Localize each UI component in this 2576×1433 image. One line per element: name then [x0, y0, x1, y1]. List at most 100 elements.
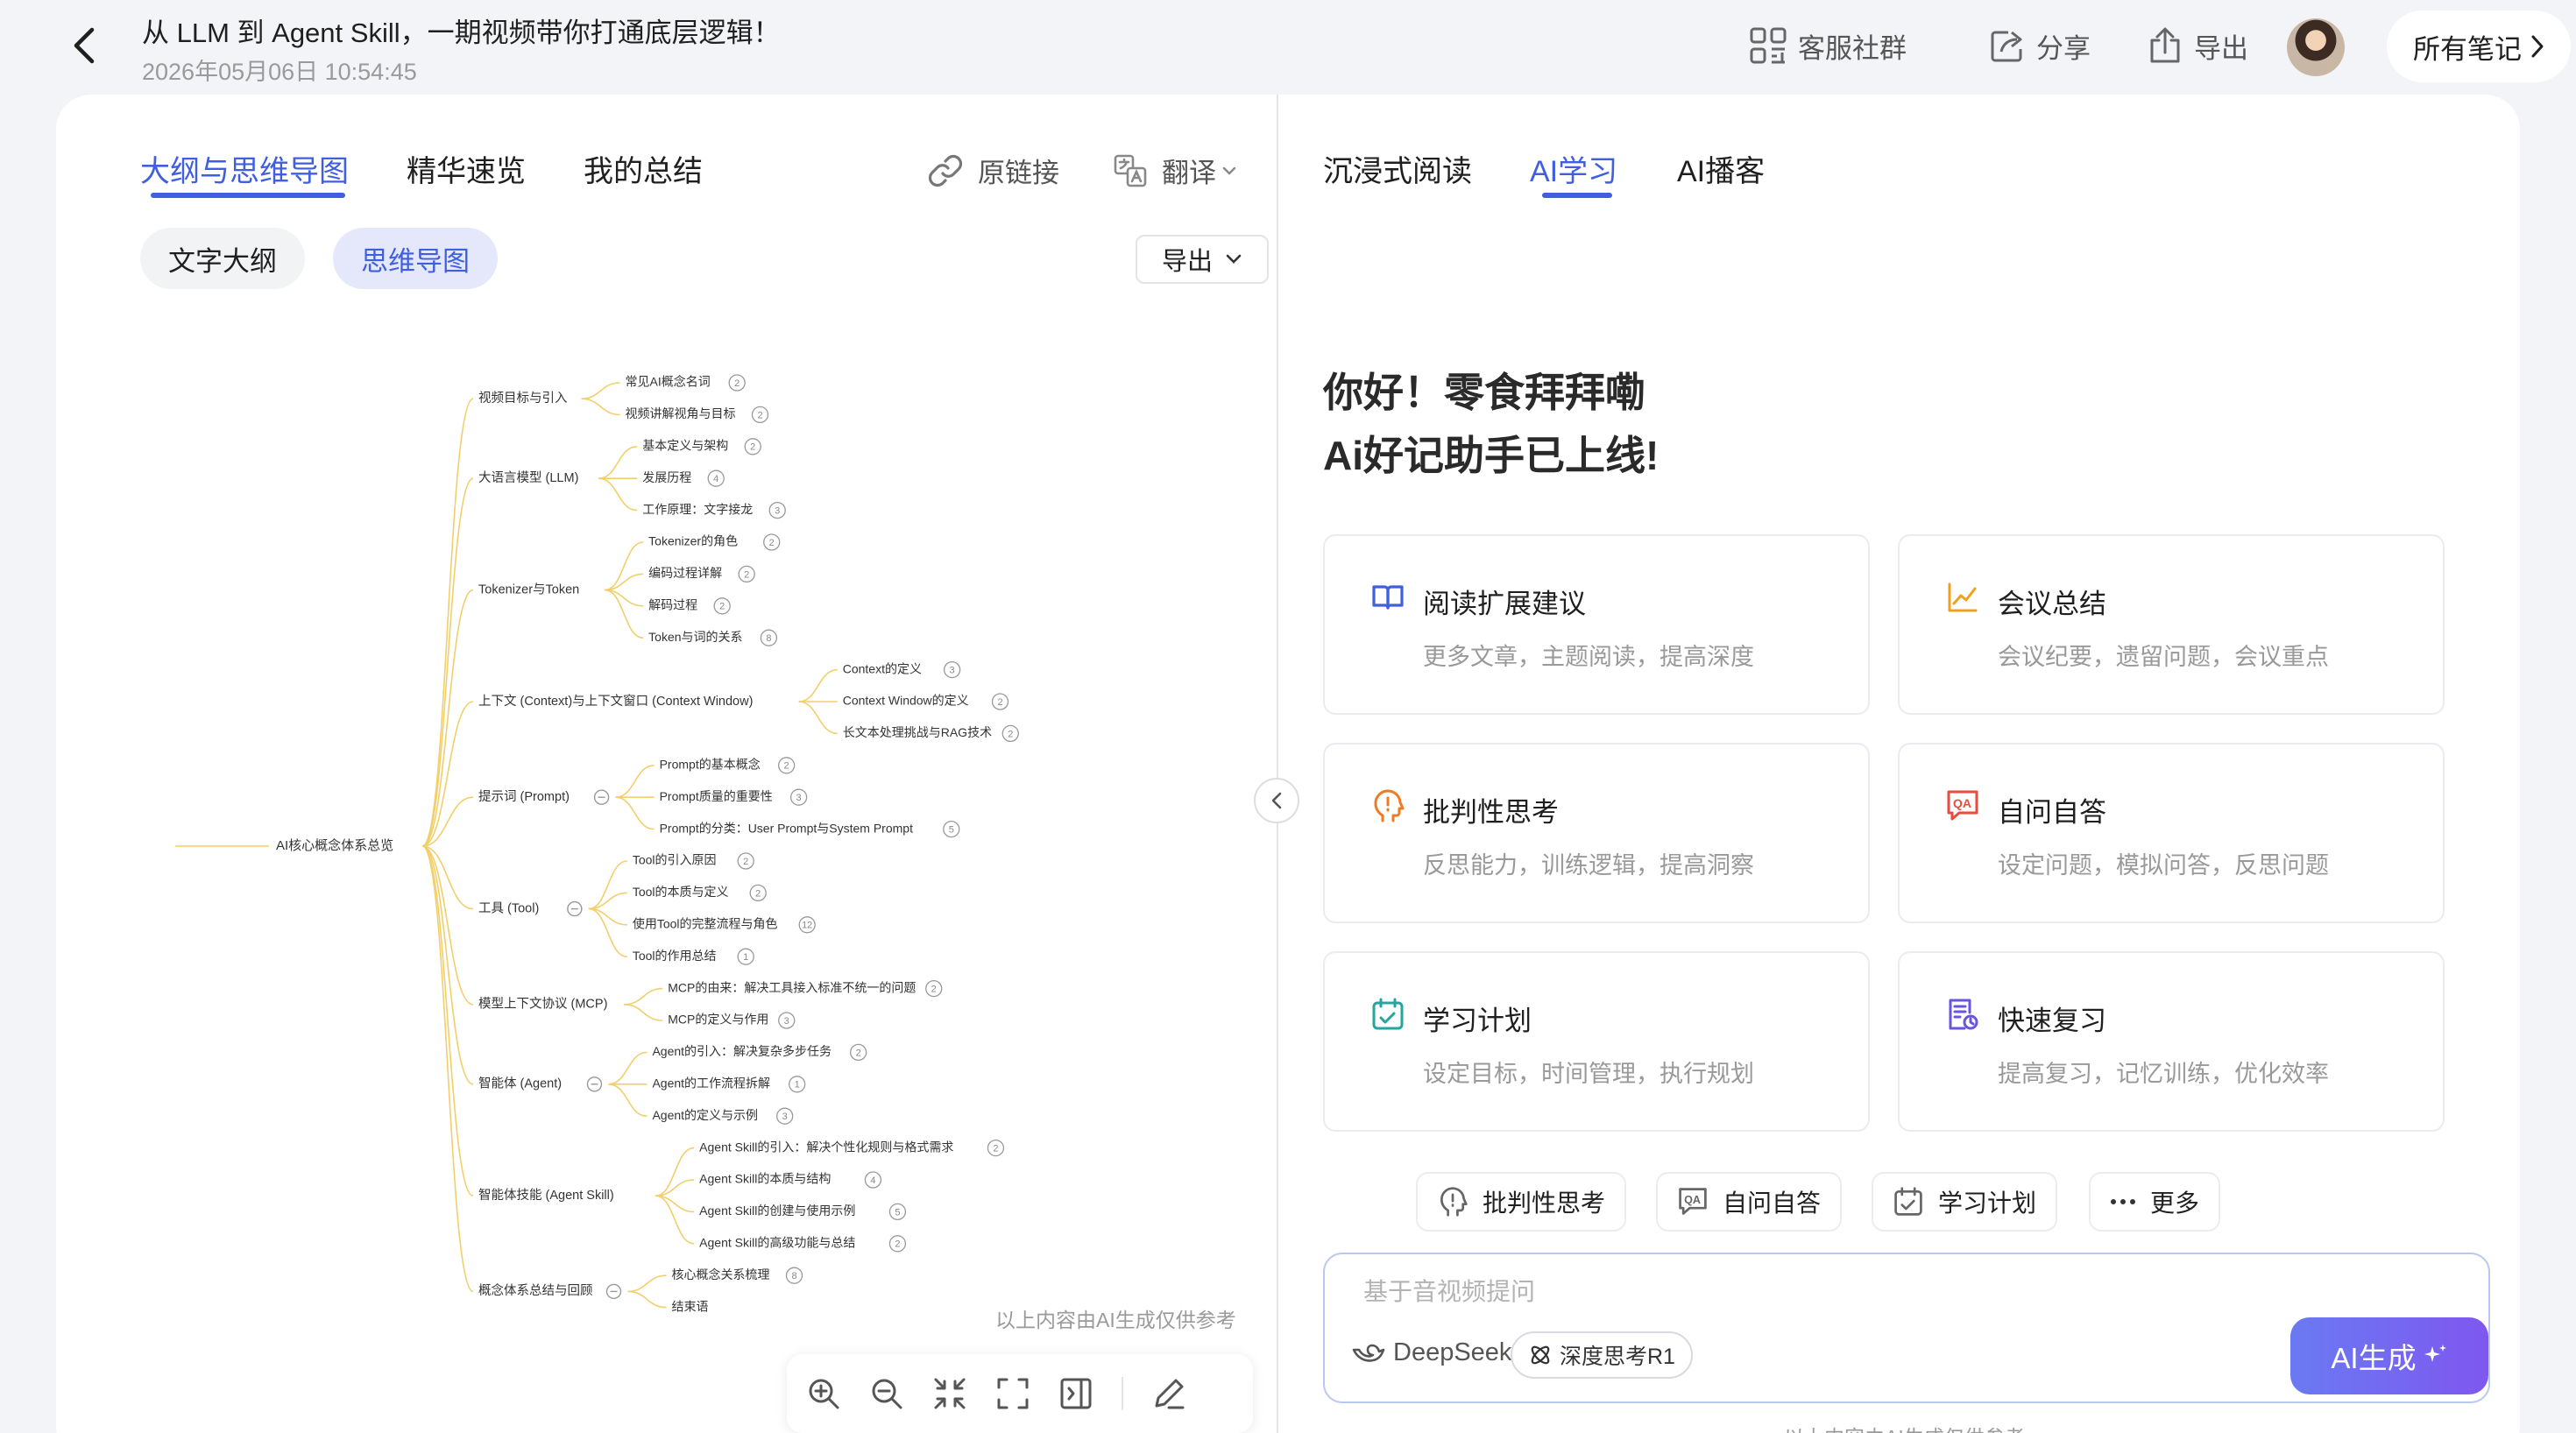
- mindmap-count-text: 12: [802, 921, 812, 931]
- feature-card-reading-extension[interactable]: 阅读扩展建议 更多文章，主题阅读，提高深度: [1323, 534, 1870, 715]
- fullscreen-icon[interactable]: [995, 1376, 1030, 1411]
- original-link-button[interactable]: 原链接: [927, 151, 1059, 190]
- mindmap-child-node[interactable]: Agent的引入：解决复杂多步任务: [652, 1044, 832, 1058]
- mindmap-child-node[interactable]: 发展历程: [642, 470, 691, 484]
- fit-icon[interactable]: [932, 1376, 967, 1411]
- view-mindmap[interactable]: 思维导图: [333, 228, 498, 289]
- mindmap-child-node[interactable]: Token与词的关系: [648, 630, 742, 644]
- mindmap-child-node[interactable]: MCP的定义与作用: [668, 1013, 768, 1027]
- mindmap-child-node[interactable]: 常见AI概念名词: [626, 375, 711, 389]
- mindmap-count-text: 3: [950, 666, 955, 676]
- mindmap-count-text: 2: [719, 602, 725, 612]
- mindmap-branch-node[interactable]: Tokenizer与Token: [478, 582, 579, 596]
- mindmap-child-node[interactable]: 视频讲解视角与目标: [626, 406, 736, 420]
- mindmap-export-dropdown[interactable]: 导出: [1136, 235, 1269, 284]
- ai-generate-button[interactable]: AI生成: [2290, 1317, 2488, 1394]
- model-selector[interactable]: DeepSeek: [1351, 1338, 1511, 1367]
- mindmap-child-node[interactable]: 使用Tool的完整流程与角色: [633, 917, 778, 931]
- mindmap-child-node[interactable]: 结束语: [672, 1299, 709, 1313]
- tab-immersive-reading[interactable]: 沉浸式阅读: [1323, 147, 1472, 190]
- mindmap-child-node[interactable]: Agent的定义与示例: [652, 1108, 758, 1122]
- mindmap-child-node[interactable]: Tool的作用总结: [633, 949, 717, 963]
- share-button[interactable]: 分享: [1989, 21, 2091, 70]
- ai-disclaimer-left: 以上内容由AI生成仅供参考: [995, 1309, 1236, 1331]
- feature-card-study-plan[interactable]: 学习计划 设定目标，时间管理，执行规划: [1323, 951, 1870, 1132]
- mindmap-child-node[interactable]: Prompt的分类：User Prompt与System Prompt: [660, 821, 913, 835]
- edit-icon[interactable]: [1151, 1376, 1186, 1411]
- avatar[interactable]: [2287, 18, 2345, 76]
- all-notes-button[interactable]: 所有笔记: [2387, 11, 2571, 82]
- mindmap-count-text: 3: [782, 1112, 788, 1122]
- chevron-down-icon: [1222, 166, 1236, 175]
- mindmap-child-edge: [581, 382, 620, 399]
- collapse-panel-button[interactable]: [1254, 778, 1299, 823]
- toolbar-separator: [1122, 1377, 1123, 1410]
- mindmap-branch-node[interactable]: 提示词 (Prompt): [478, 789, 570, 804]
- mindmap-branch-node[interactable]: 智能体技能 (Agent Skill): [478, 1188, 614, 1203]
- chip-study-plan[interactable]: 学习计划: [1872, 1172, 2058, 1232]
- review-doc-icon: [1949, 999, 1978, 1030]
- mindmap-child-node[interactable]: 基本定义与架构: [642, 439, 728, 453]
- mindmap-child-node[interactable]: Agent Skill的创建与使用示例: [699, 1204, 855, 1218]
- chip-self-qa[interactable]: QA 自问自答: [1656, 1172, 1843, 1232]
- mindmap-child-edge: [598, 477, 638, 512]
- mindmap-child-node[interactable]: Prompt质量的重要性: [660, 789, 773, 803]
- mindmap-canvas[interactable]: AI核心概念体系总览 视频目标与引入 常见AI概念名词 2 视频讲解视角与目标 2 大语言模…: [166, 368, 1130, 1340]
- mindmap-branch-node[interactable]: 视频目标与引入: [478, 391, 568, 406]
- chip-critical-thinking[interactable]: 批判性思考: [1416, 1172, 1627, 1232]
- feature-card-quick-review[interactable]: 快速复习 提高复习，记忆训练，优化效率: [1898, 951, 2445, 1132]
- mindmap-child-node[interactable]: Agent Skill的高级功能与总结: [699, 1236, 855, 1250]
- mindmap-count-text: 2: [1008, 729, 1013, 739]
- mindmap-branch-edge: [421, 845, 474, 1085]
- back-button[interactable]: [63, 23, 105, 68]
- mindmap-count-text: 2: [895, 1239, 900, 1250]
- mindmap-child-node[interactable]: Context Window的定义: [843, 694, 969, 708]
- mindmap-branch-node[interactable]: 大语言模型 (LLM): [478, 470, 578, 485]
- mindmap-child-node[interactable]: Agent的工作流程拆解: [652, 1077, 770, 1091]
- export-button[interactable]: 导出: [2147, 21, 2248, 70]
- ask-input[interactable]: [1363, 1272, 2152, 1312]
- mindmap-child-node[interactable]: 长文本处理挑战与RAG技术: [843, 725, 992, 739]
- tab-ai-podcast[interactable]: AI播客: [1677, 147, 1765, 190]
- feature-card-self-qa[interactable]: QA 自问自答 设定问题，模拟问答，反思问题: [1898, 743, 2445, 923]
- mindmap-child-node[interactable]: Prompt的基本概念: [660, 758, 761, 772]
- mindmap-child-node[interactable]: 编码过程详解: [648, 566, 722, 580]
- mindmap-branch-node[interactable]: 工具 (Tool): [478, 901, 539, 915]
- deep-think-toggle[interactable]: 深度思考R1: [1511, 1331, 1693, 1379]
- community-button[interactable]: 客服社群: [1749, 21, 1907, 70]
- view-text-outline[interactable]: 文字大纲: [140, 228, 305, 289]
- mindmap-child-node[interactable]: 核心概念关系梳理: [672, 1267, 770, 1281]
- mindmap-child-node[interactable]: Tokenizer的角色: [648, 534, 738, 548]
- tab-ai-learning[interactable]: AI学习: [1530, 147, 1617, 190]
- mindmap-branch-node[interactable]: 上下文 (Context)与上下文窗口 (Context Window): [478, 693, 753, 709]
- tab-outline-mindmap[interactable]: 大纲与思维导图: [140, 147, 349, 190]
- mindmap-child-node[interactable]: Tool的本质与定义: [633, 885, 729, 899]
- mindmap-root-node[interactable]: AI核心概念体系总览: [276, 837, 393, 853]
- mindmap-child-node[interactable]: Agent Skill的引入：解决个性化规则与格式需求: [699, 1140, 953, 1154]
- mindmap-branch-node[interactable]: 模型上下文协议 (MCP): [478, 997, 607, 1012]
- mindmap-branch-node[interactable]: 智能体 (Agent): [478, 1077, 562, 1091]
- mindmap-child-node[interactable]: 解码过程: [648, 598, 697, 612]
- mindmap-child-node[interactable]: 工作原理：文字接龙: [642, 502, 753, 516]
- translate-button[interactable]: 翻译: [1113, 151, 1237, 190]
- mindmap-count-text: 3: [784, 1016, 789, 1027]
- mindmap-child-node[interactable]: Tool的引入原因: [633, 853, 717, 867]
- feature-card-critical-thinking[interactable]: 批判性思考 反思能力，训练逻辑，提高洞察: [1323, 743, 1870, 923]
- translate-label: 翻译: [1162, 158, 1216, 188]
- mindmap-branch-node[interactable]: 概念体系总结与回顾: [478, 1282, 593, 1298]
- tab-highlights[interactable]: 精华速览: [407, 147, 526, 190]
- feature-card-meeting-summary[interactable]: 会议总结 会议纪要，遗留问题，会议重点: [1898, 534, 2445, 715]
- greeting-line2: Ai好记助手已上线!: [1323, 433, 1660, 478]
- zoom-out-icon[interactable]: [869, 1376, 904, 1411]
- mindmap-child-node[interactable]: MCP的由来：解决工具接入标准不统一的问题: [668, 980, 916, 994]
- mindmap-child-node[interactable]: Context的定义: [843, 661, 922, 675]
- mindmap-count-text: 2: [755, 888, 761, 899]
- split-panel-icon[interactable]: [1058, 1376, 1093, 1411]
- mindmap-child-node[interactable]: Agent Skill的本质与结构: [699, 1172, 831, 1186]
- panel-divider[interactable]: [1277, 95, 1278, 1433]
- tab-my-summary[interactable]: 我的总结: [584, 147, 703, 190]
- chip-more[interactable]: 更多: [2089, 1172, 2221, 1232]
- zoom-in-icon[interactable]: [806, 1376, 841, 1411]
- share-label: 分享: [2036, 32, 2091, 64]
- greeting: 你好！零食拜拜嘞 Ai好记助手已上线!: [1323, 361, 1659, 487]
